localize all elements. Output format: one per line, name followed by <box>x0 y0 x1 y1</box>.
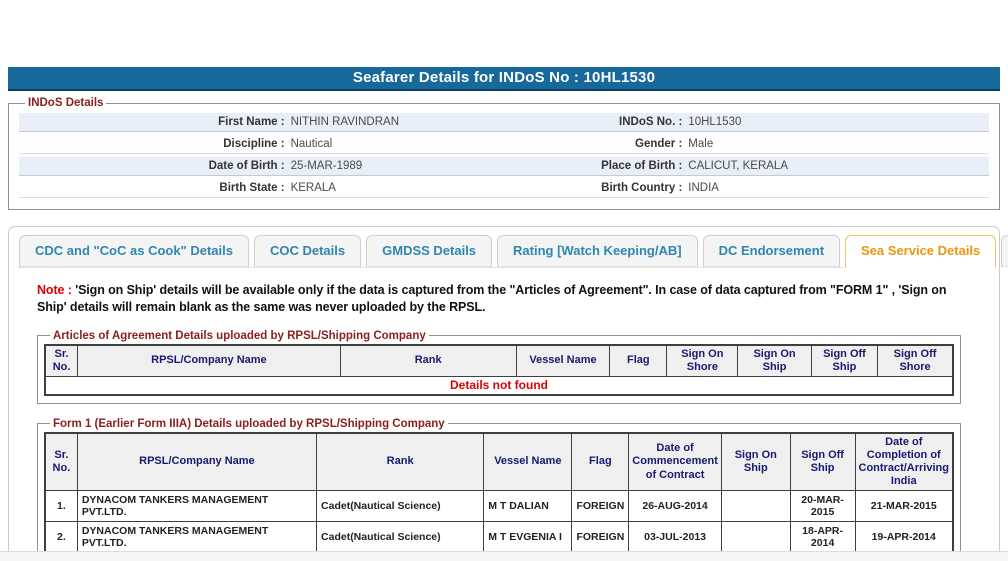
cell-vessel: M T DALIAN <box>483 490 573 523</box>
cell-vessel: M T EVGENIA I <box>483 521 573 554</box>
details-not-found-message: Details not found <box>44 376 954 396</box>
horizontal-scrollbar-track[interactable] <box>0 551 1008 561</box>
field-value: KERALA <box>290 182 336 194</box>
cell-commencement-date: 03-JUL-2013 <box>628 521 722 554</box>
field-value: Nautical <box>290 138 333 150</box>
field-label: Gender : <box>635 138 683 150</box>
cell-flag: FOREIGN <box>571 521 630 554</box>
note-prefix: Note : <box>37 283 72 297</box>
articles-of-agreement-section: Articles of Agreement Details uploaded b… <box>37 329 961 404</box>
tab-gmdss-details[interactable]: GMDSS Details <box>366 235 493 267</box>
field-birth-country: Birth Country : INDIA <box>504 179 989 198</box>
tab-coc-details[interactable]: COC Details <box>253 235 362 267</box>
field-value: Male <box>688 138 714 150</box>
form1-section: Form 1 (Earlier Form IIIA) Details uploa… <box>37 417 961 561</box>
page-title: Seafarer Details for INDoS No : 10HL1530 <box>8 67 1000 91</box>
form1-legend: Form 1 (Earlier Form IIIA) Details uploa… <box>53 417 445 430</box>
indos-details-legend: INDoS Details <box>28 97 104 109</box>
articles-of-agreement-legend: Articles of Agreement Details uploaded b… <box>53 329 426 342</box>
tab-dc-endorsement[interactable]: DC Endorsement <box>702 235 841 267</box>
cell-flag: FOREIGN <box>571 490 630 523</box>
col-sign-on-shore: Sign On Shore <box>666 344 739 378</box>
sign-on-ship-note: Note : 'Sign on Ship' details will be av… <box>17 268 991 316</box>
col-rpsl-company-name: RPSL/Company Name <box>77 344 341 378</box>
col-rpsl-company-name: RPSL/Company Name <box>76 432 318 492</box>
field-value: NITHIN RAVINDRAN <box>290 116 399 128</box>
tab-sea-service-details[interactable]: Sea Service Details <box>845 235 997 268</box>
col-vessel-name: Vessel Name <box>483 432 573 492</box>
field-label: Date of Birth : <box>208 160 285 172</box>
details-column-right: INDoS No. : 10HL1530 Gender : Male Place… <box>504 113 989 201</box>
field-value: 10HL1530 <box>688 116 742 128</box>
field-indos-no: INDoS No. : 10HL1530 <box>504 113 989 132</box>
col-sign-on-ship: Sign On Ship <box>737 344 812 378</box>
col-rank: Rank <box>316 432 485 492</box>
cell-company: DYNACOM TANKERS MANAGEMENT PVT.LTD. <box>76 490 318 523</box>
table-header-row: Sr. No. RPSL/Company Name Rank Vessel Na… <box>44 344 954 378</box>
field-place-of-birth: Place of Birth : CALICUT, KERALA <box>504 157 989 176</box>
col-date-of-commencement: Date of Commencement of Contract <box>628 432 722 492</box>
empty-message-row: Details not found <box>44 376 954 396</box>
col-rank: Rank <box>339 344 517 378</box>
cell-rank: Cadet(Nautical Science) <box>316 490 485 523</box>
field-label: INDoS No. : <box>619 116 683 128</box>
field-value: INDIA <box>688 182 719 194</box>
form1-table: Sr. No. RPSL/Company Name Rank Vessel Na… <box>44 431 954 555</box>
field-discipline: Discipline : Nautical <box>19 135 504 154</box>
tab-rating-watch-keeping-ab[interactable]: Rating [Watch Keeping/AB] <box>497 235 698 267</box>
col-flag: Flag <box>571 432 630 492</box>
tab-cdc-coc-as-cook-details[interactable]: CDC and "CoC as Cook" Details <box>19 235 249 267</box>
col-sr-no: Sr. No. <box>44 432 78 492</box>
tab-bar: CDC and "CoC as Cook" Details COC Detail… <box>17 235 1008 268</box>
field-date-of-birth: Date of Birth : 25-MAR-1989 <box>19 157 504 176</box>
field-label: Birth State : <box>219 182 285 194</box>
field-value: 25-MAR-1989 <box>290 160 363 172</box>
details-grid: First Name : NITHIN RAVINDRAN Discipline… <box>19 113 989 201</box>
details-column-left: First Name : NITHIN RAVINDRAN Discipline… <box>19 113 504 201</box>
cell-sr-no: 1. <box>44 490 78 523</box>
col-date-of-completion: Date of Completion of Contract/Arriving … <box>854 432 954 492</box>
table-row: 2. DYNACOM TANKERS MANAGEMENT PVT.LTD. C… <box>44 521 954 554</box>
cell-sign-on-ship <box>720 521 791 554</box>
note-text: 'Sign on Ship' details will be available… <box>37 283 947 314</box>
field-first-name: First Name : NITHIN RAVINDRAN <box>19 113 504 132</box>
col-sign-off-ship: Sign Off Ship <box>810 344 879 378</box>
tab-training-details[interactable]: Training Details <box>1001 235 1008 267</box>
cell-company: DYNACOM TANKERS MANAGEMENT PVT.LTD. <box>76 521 318 554</box>
table-row: 1. DYNACOM TANKERS MANAGEMENT PVT.LTD. C… <box>44 490 954 523</box>
cell-commencement-date: 26-AUG-2014 <box>628 490 722 523</box>
field-birth-state: Birth State : KERALA <box>19 179 504 198</box>
col-sign-off-ship: Sign Off Ship <box>789 432 856 492</box>
cell-sr-no: 2. <box>44 521 78 554</box>
indos-details-section: INDoS Details First Name : NITHIN RAVIND… <box>8 97 1000 210</box>
field-label: Discipline : <box>223 138 285 150</box>
field-label: Birth Country : <box>601 182 683 194</box>
field-gender: Gender : Male <box>504 135 989 154</box>
sea-service-tab-panel: CDC and "CoC as Cook" Details COC Detail… <box>8 226 1008 561</box>
col-vessel-name: Vessel Name <box>515 344 611 378</box>
field-label: First Name : <box>218 116 285 128</box>
col-flag: Flag <box>609 344 668 378</box>
cell-sign-off-ship: 20-MAR-2015 <box>789 490 856 523</box>
field-label: Place of Birth : <box>601 160 683 172</box>
cell-completion-date: 19-APR-2014 <box>854 521 954 554</box>
cell-sign-on-ship <box>720 490 791 523</box>
table-header-row: Sr. No. RPSL/Company Name Rank Vessel Na… <box>44 432 954 492</box>
cell-completion-date: 21-MAR-2015 <box>854 490 954 523</box>
cell-rank: Cadet(Nautical Science) <box>316 521 485 554</box>
articles-of-agreement-table: Sr. No. RPSL/Company Name Rank Vessel Na… <box>44 343 954 396</box>
col-sr-no: Sr. No. <box>44 344 79 378</box>
col-sign-on-ship: Sign On Ship <box>720 432 791 492</box>
cell-sign-off-ship: 18-APR-2014 <box>789 521 856 554</box>
field-value: CALICUT, KERALA <box>688 160 788 172</box>
col-sign-off-shore: Sign Off Shore <box>877 344 954 378</box>
